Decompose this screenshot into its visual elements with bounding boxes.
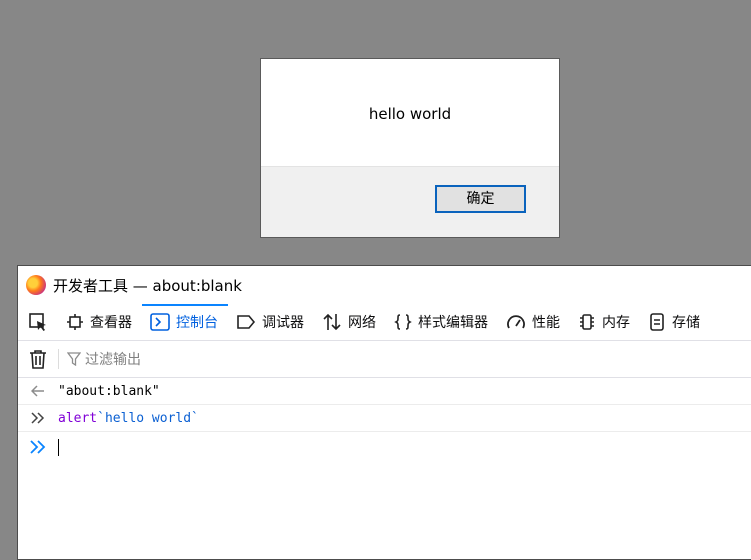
tab-label: 网络	[348, 315, 376, 331]
tab-label: 控制台	[176, 315, 218, 331]
input-keyword: alert	[58, 410, 98, 426]
memory-icon	[578, 313, 596, 331]
tab-storage[interactable]: 存储	[640, 304, 710, 340]
tab-debugger[interactable]: 调试器	[228, 304, 314, 340]
clear-console-button[interactable]	[18, 349, 58, 369]
alert-dialog: hello world 确定	[260, 58, 560, 238]
devtools-toolbar: 查看器 控制台 调试器 网络 样式编辑器 性能 内存 存储	[18, 304, 751, 341]
debugger-icon	[236, 314, 256, 330]
console-result-row: "about:blank"	[18, 378, 751, 405]
tab-console[interactable]: 控制台	[142, 304, 228, 340]
toolbar-divider	[58, 349, 59, 369]
alert-footer: 确定	[261, 166, 559, 237]
tab-memory[interactable]: 内存	[570, 304, 640, 340]
tab-label: 调试器	[262, 315, 304, 331]
console-prompt[interactable]	[18, 432, 751, 462]
tab-label: 内存	[602, 315, 630, 331]
tab-label: 性能	[532, 315, 560, 331]
style-editor-icon	[394, 313, 412, 331]
devtools-window: 开发者工具 — about:blank 查看器 控制台 调试器 网络 样式编辑器…	[17, 265, 751, 560]
input-template-string: `hello world`	[97, 410, 199, 426]
trash-icon	[30, 350, 46, 369]
filter-icon	[67, 352, 81, 366]
prompt-chevron-icon	[18, 440, 58, 454]
tab-label: 样式编辑器	[418, 315, 488, 331]
result-arrow-icon	[18, 385, 58, 397]
console-icon	[150, 313, 170, 331]
element-picker-button[interactable]	[18, 304, 58, 340]
element-picker-icon	[29, 313, 46, 331]
network-icon	[322, 313, 342, 331]
tab-inspector[interactable]: 查看器	[58, 304, 142, 340]
alert-message: hello world	[368, 105, 452, 123]
console-input-echo-row: alert `hello world`	[18, 405, 751, 432]
text-cursor	[58, 438, 59, 456]
devtools-titlebar: 开发者工具 — about:blank	[18, 266, 751, 304]
tab-label: 查看器	[90, 315, 132, 331]
console-filter-bar: 过滤输出	[18, 341, 751, 378]
tab-label: 存储	[672, 315, 700, 331]
filter-output-input[interactable]: 过滤输出	[67, 349, 141, 369]
alert-ok-button[interactable]: 确定	[435, 185, 526, 213]
performance-icon	[506, 313, 526, 331]
firefox-logo-icon	[26, 275, 46, 295]
result-value: "about:blank"	[58, 383, 160, 399]
input-chevron-icon	[18, 412, 58, 424]
inspector-icon	[66, 313, 84, 331]
tab-style-editor[interactable]: 样式编辑器	[386, 304, 498, 340]
storage-icon	[648, 313, 666, 331]
tab-performance[interactable]: 性能	[498, 304, 570, 340]
filter-placeholder: 过滤输出	[85, 352, 141, 368]
window-title: 开发者工具 — about:blank	[53, 276, 242, 295]
tab-network[interactable]: 网络	[314, 304, 386, 340]
